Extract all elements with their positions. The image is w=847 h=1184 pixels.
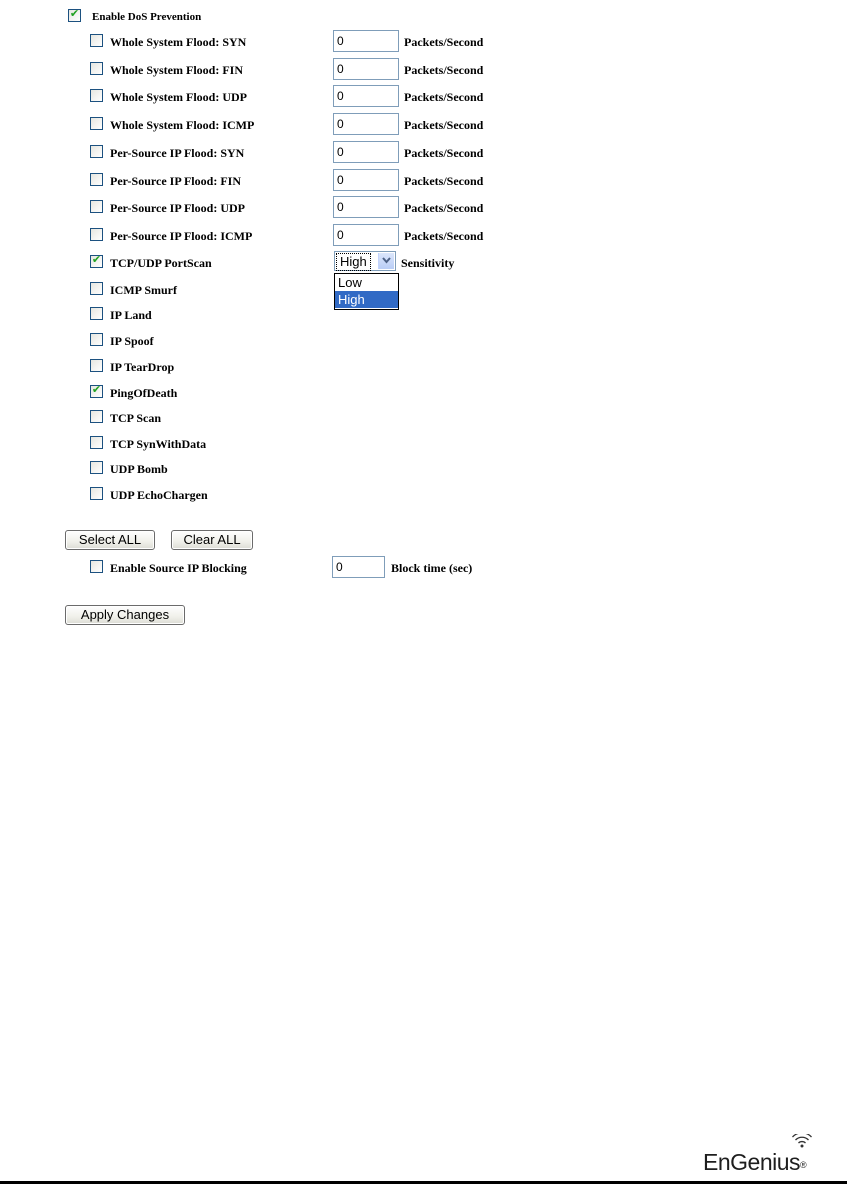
ping-of-death-checkbox[interactable]: ✔ [90, 383, 103, 398]
ping-of-death-label: PingOfDeath [110, 386, 178, 400]
ip-spoof-label: IP Spoof [110, 334, 154, 348]
ip-land-checkbox[interactable] [90, 307, 103, 320]
whole-system-flood-syn-label: Whole System Flood: SYN [110, 35, 247, 49]
ip-land-label: IP Land [110, 308, 152, 322]
udp-echochargen-checkbox[interactable] [90, 487, 103, 500]
per-source-ip-flood-fin-label: Per-Source IP Flood: FIN [110, 174, 241, 188]
per-source-ip-flood-icmp-checkbox[interactable] [90, 228, 103, 241]
ip-teardrop-checkbox[interactable] [90, 359, 103, 372]
ip-spoof-checkbox[interactable] [90, 333, 103, 346]
whole-system-flood-syn-unit: Packets/Second [404, 35, 484, 49]
sensitivity-dropdown-list: Low High [334, 273, 399, 310]
per-source-ip-flood-fin-input[interactable]: 0 [333, 169, 399, 191]
tcp-scan-checkbox[interactable] [90, 410, 103, 423]
whole-system-flood-fin-label: Whole System Flood: FIN [110, 63, 243, 77]
checkmark-icon: ✔ [69, 7, 80, 20]
per-source-ip-flood-udp-input[interactable]: 0 [333, 196, 399, 218]
per-source-ip-flood-syn-unit: Packets/Second [404, 146, 484, 160]
select-all-button[interactable]: Select ALL [65, 530, 155, 550]
logo-text: EnGenius [703, 1149, 801, 1175]
udp-bomb-label: UDP Bomb [110, 462, 168, 476]
enable-dos-prevention-label: Enable DoS Prevention [92, 11, 202, 23]
whole-system-flood-fin-input[interactable]: 0 [333, 58, 399, 80]
whole-system-flood-udp-input[interactable]: 0 [333, 85, 399, 107]
checkmark-icon: ✔ [91, 383, 102, 396]
clear-all-button[interactable]: Clear ALL [171, 530, 253, 550]
enable-dos-prevention-checkbox[interactable]: ✔ [68, 7, 81, 22]
enable-source-ip-blocking-checkbox[interactable] [90, 560, 103, 573]
ip-teardrop-label: IP TearDrop [110, 360, 175, 374]
per-source-ip-flood-icmp-label: Per-Source IP Flood: ICMP [110, 229, 253, 243]
tcp-synwithdata-checkbox[interactable] [90, 436, 103, 449]
sensitivity-selected-value: High [336, 253, 371, 271]
whole-system-flood-udp-label: Whole System Flood: UDP [110, 90, 247, 104]
per-source-ip-flood-fin-checkbox[interactable] [90, 173, 103, 186]
whole-system-flood-icmp-label: Whole System Flood: ICMP [110, 118, 255, 132]
whole-system-flood-fin-checkbox[interactable] [90, 62, 103, 75]
block-time-input[interactable]: 0 [332, 556, 385, 578]
whole-system-flood-icmp-checkbox[interactable] [90, 117, 103, 130]
icmp-smurf-label: ICMP Smurf [110, 283, 177, 297]
whole-system-flood-syn-checkbox[interactable] [90, 34, 103, 47]
apply-changes-button[interactable]: Apply Changes [65, 605, 185, 625]
udp-bomb-checkbox[interactable] [90, 461, 103, 474]
sensitivity-option-high[interactable]: High [335, 291, 398, 308]
icmp-smurf-checkbox[interactable] [90, 282, 103, 295]
per-source-ip-flood-icmp-unit: Packets/Second [404, 229, 484, 243]
chevron-down-icon[interactable] [378, 253, 394, 269]
tcp-udp-portscan-label: TCP/UDP PortScan [110, 256, 212, 270]
udp-echochargen-label: UDP EchoChargen [110, 488, 208, 502]
per-source-ip-flood-udp-label: Per-Source IP Flood: UDP [110, 201, 245, 215]
whole-system-flood-udp-unit: Packets/Second [404, 90, 484, 104]
whole-system-flood-icmp-unit: Packets/Second [404, 118, 484, 132]
engenius-logo: EnGenius® [703, 1149, 807, 1175]
checkmark-icon: ✔ [91, 253, 102, 266]
sensitivity-label: Sensitivity [401, 256, 455, 270]
logo-registered-mark: ® [800, 1160, 807, 1170]
tcp-synwithdata-label: TCP SynWithData [110, 437, 207, 451]
sensitivity-select[interactable]: High [334, 251, 396, 271]
per-source-ip-flood-fin-unit: Packets/Second [404, 174, 484, 188]
tcp-scan-label: TCP Scan [110, 411, 162, 425]
whole-system-flood-syn-input[interactable]: 0 [333, 30, 399, 52]
per-source-ip-flood-syn-input[interactable]: 0 [333, 141, 399, 163]
tcp-udp-portscan-checkbox[interactable]: ✔ [90, 253, 103, 268]
per-source-ip-flood-udp-checkbox[interactable] [90, 200, 103, 213]
whole-system-flood-icmp-input[interactable]: 0 [333, 113, 399, 135]
whole-system-flood-udp-checkbox[interactable] [90, 89, 103, 102]
per-source-ip-flood-icmp-input[interactable]: 0 [333, 224, 399, 246]
block-time-label: Block time (sec) [391, 561, 473, 575]
wifi-signal-icon [792, 1134, 812, 1148]
whole-system-flood-fin-unit: Packets/Second [404, 63, 484, 77]
per-source-ip-flood-syn-checkbox[interactable] [90, 145, 103, 158]
sensitivity-option-low[interactable]: Low [335, 274, 398, 291]
per-source-ip-flood-udp-unit: Packets/Second [404, 201, 484, 215]
per-source-ip-flood-syn-label: Per-Source IP Flood: SYN [110, 146, 245, 160]
enable-source-ip-blocking-label: Enable Source IP Blocking [110, 561, 247, 575]
